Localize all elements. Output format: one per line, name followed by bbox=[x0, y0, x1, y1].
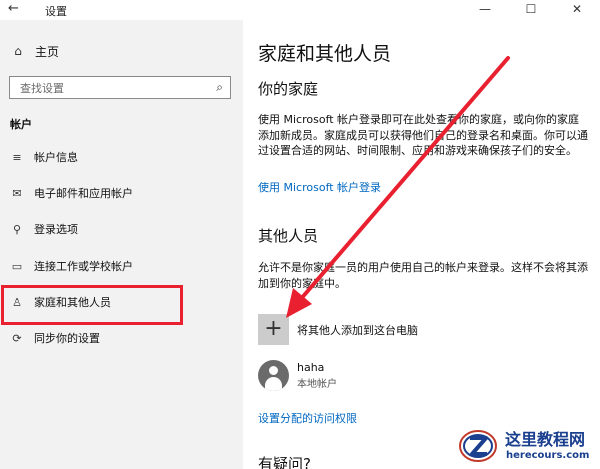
sidebar-item-label: 连接工作或学校帐户 bbox=[34, 260, 133, 273]
other-people-description: 允许不是你家庭一员的用户使用自己的帐户来登录。这样不会将其添加到你的家庭中。 bbox=[258, 261, 588, 290]
minimize-button[interactable]: — bbox=[462, 0, 508, 20]
user-name: haha bbox=[297, 361, 325, 374]
assigned-access-link[interactable]: 设置分配的访问权限 bbox=[258, 410, 357, 426]
watermark: 这里教程网 herecours.com bbox=[450, 421, 600, 469]
briefcase-icon: ▭ bbox=[11, 259, 23, 273]
sidebar-item-work-school[interactable]: ▭ 连接工作或学校帐户 bbox=[9, 256, 234, 276]
watermark-title: 这里教程网 bbox=[505, 430, 586, 449]
sidebar-item-home[interactable]: ⌂ 主页 bbox=[10, 41, 59, 61]
avatar bbox=[258, 360, 289, 391]
other-people-heading: 其他人员 bbox=[258, 227, 319, 245]
sidebar-item-label: 帐户信息 bbox=[34, 151, 78, 164]
close-button[interactable]: ✕ bbox=[554, 0, 600, 20]
family-heading: 你的家庭 bbox=[258, 80, 319, 98]
search-input[interactable] bbox=[10, 78, 200, 99]
sidebar-item-label: 电子邮件和应用帐户 bbox=[34, 187, 133, 200]
family-description: 使用 Microsoft 帐户登录即可在此处查看你的家庭，或向你的家庭添加新成员… bbox=[258, 113, 588, 157]
title-bar: ← 设置 — ☐ ✕ bbox=[0, 0, 600, 20]
sidebar-item-label: 主页 bbox=[35, 44, 60, 59]
mail-icon: ✉ bbox=[12, 186, 22, 200]
plus-icon[interactable]: + bbox=[258, 314, 289, 345]
watermark-domain: herecours.com bbox=[506, 450, 590, 461]
sidebar-item-label: 同步你的设置 bbox=[34, 332, 100, 345]
microsoft-signin-link[interactable]: 使用 Microsoft 帐户登录 bbox=[258, 179, 381, 195]
search-icon[interactable]: ⌕ bbox=[216, 80, 223, 95]
sync-icon: ⟳ bbox=[12, 331, 22, 345]
section-heading-accounts: 帐户 bbox=[10, 118, 32, 131]
add-other-person-row[interactable]: + 将其他人添加到这台电脑 bbox=[258, 314, 418, 345]
sidebar-item-sync[interactable]: ⟳ 同步你的设置 bbox=[9, 328, 234, 348]
user-entry[interactable]: haha 本地帐户 bbox=[258, 360, 337, 391]
add-other-person-label[interactable]: 将其他人添加到这台电脑 bbox=[297, 322, 418, 338]
sidebar-item-label: 登录选项 bbox=[34, 223, 78, 236]
main-content: 家庭和其他人员 你的家庭 使用 Microsoft 帐户登录即可在此处查看你的家… bbox=[243, 20, 600, 469]
home-icon: ⌂ bbox=[14, 44, 22, 58]
sidebar-item-email-accounts[interactable]: ✉ 电子邮件和应用帐户 bbox=[9, 183, 234, 203]
highlight-box bbox=[1, 285, 183, 325]
sidebar: ⌂ 主页 ⌕ 帐户 ≡ 帐户信息 ✉ 电子邮件和应用帐户 ⚲ 登录选项 ▭ 连接… bbox=[0, 20, 243, 469]
sidebar-item-signin-options[interactable]: ⚲ 登录选项 bbox=[9, 219, 234, 239]
maximize-button[interactable]: ☐ bbox=[508, 0, 554, 20]
account-info-icon: ≡ bbox=[12, 150, 22, 164]
back-arrow-icon[interactable]: ← bbox=[8, 1, 26, 19]
question-heading: 有疑问? bbox=[258, 455, 311, 469]
key-icon: ⚲ bbox=[12, 222, 22, 236]
user-account-type: 本地帐户 bbox=[297, 379, 337, 390]
site-logo-icon bbox=[459, 430, 497, 462]
search-field[interactable]: ⌕ bbox=[9, 76, 231, 99]
sidebar-item-account-info[interactable]: ≡ 帐户信息 bbox=[9, 147, 234, 167]
page-title: 家庭和其他人员 bbox=[258, 43, 392, 65]
window-title: 设置 bbox=[45, 5, 67, 18]
